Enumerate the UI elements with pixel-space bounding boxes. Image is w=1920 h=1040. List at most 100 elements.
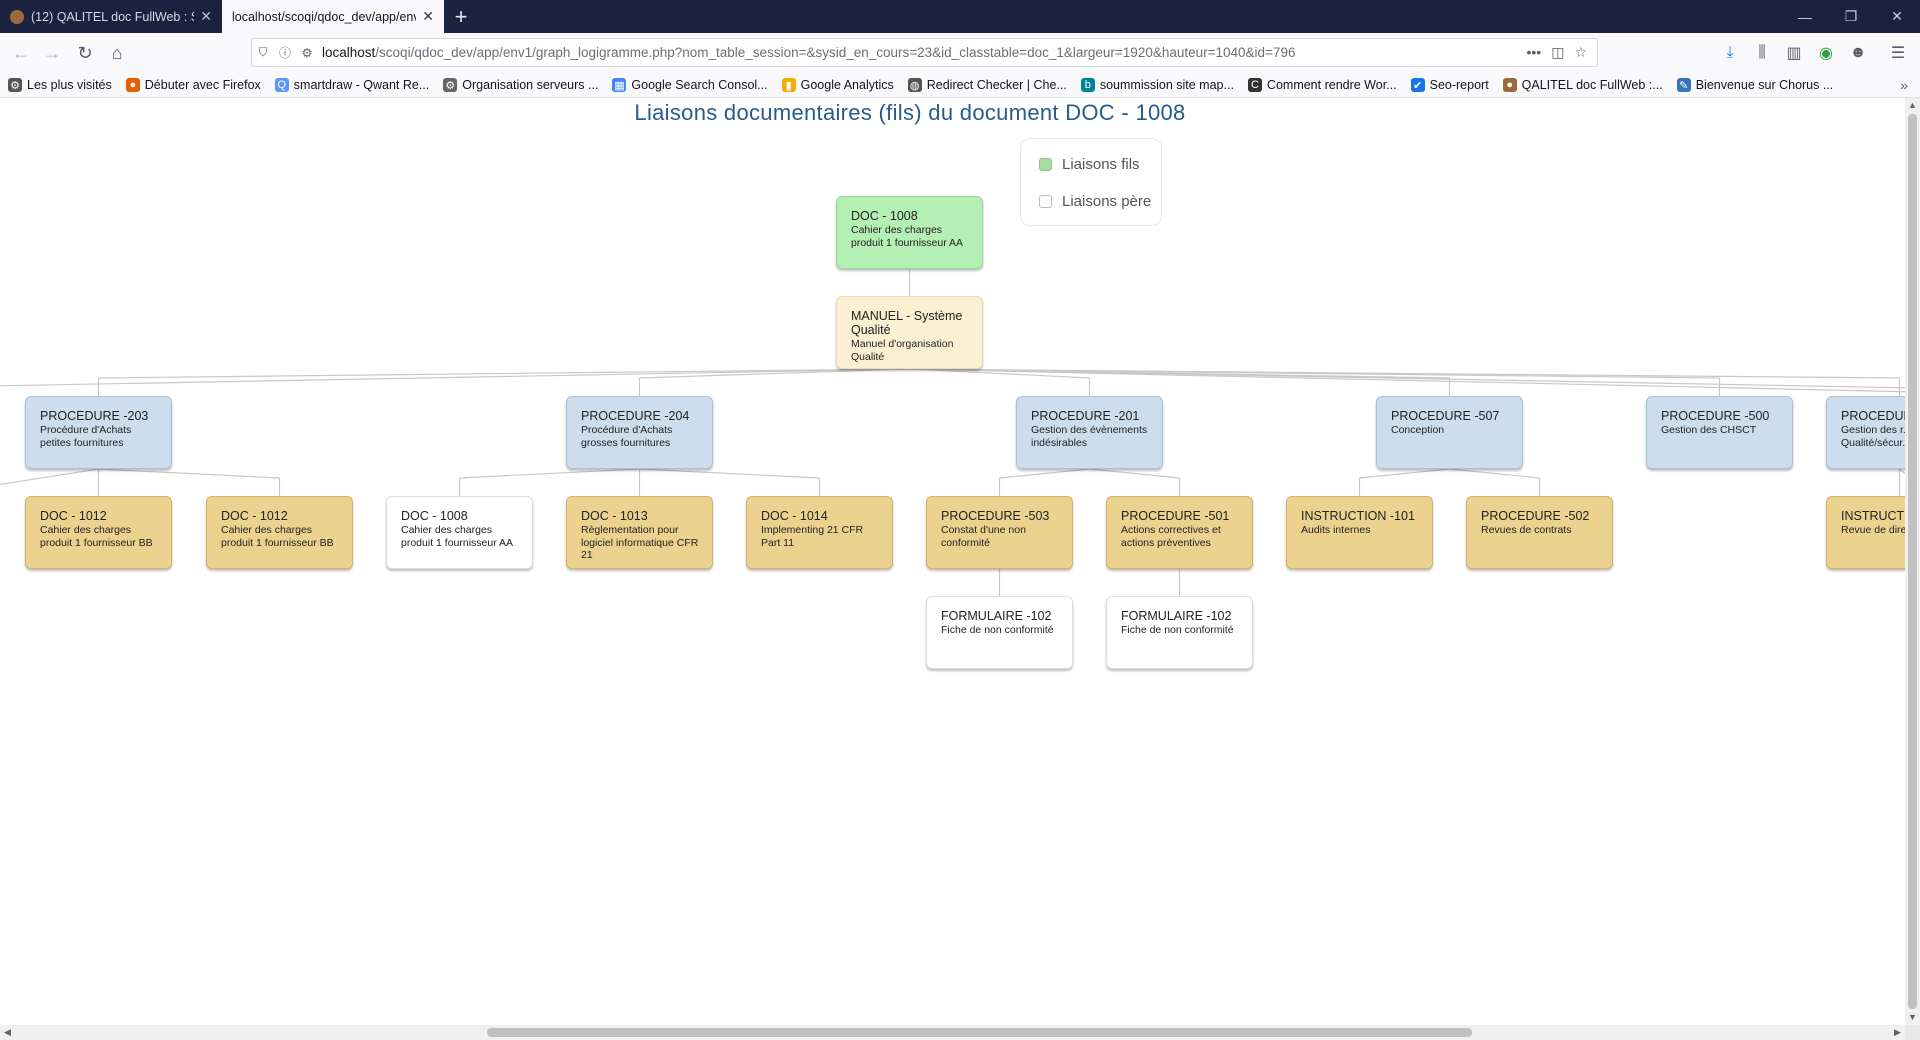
scroll-down-icon[interactable]: ▼	[1905, 1010, 1920, 1025]
bookmark-item[interactable]: ⚙ Les plus visités	[0, 78, 118, 92]
info-icon[interactable]: ⓘ	[274, 44, 296, 61]
address-bar[interactable]: ⛉ ⓘ ⚙ localhost/scoqi/qdoc_dev/app/env1/…	[251, 38, 1598, 67]
bookmark-item[interactable]: ✎ Bienvenue sur Chorus ...	[1669, 78, 1840, 92]
graph-node[interactable]: PROCEDURE -501 Actions correctives et act…	[1106, 496, 1253, 569]
bookmark-label: Seo-report	[1429, 78, 1489, 92]
close-icon[interactable]: ✕	[200, 8, 212, 25]
graph-node[interactable]: INSTRUCTI Revue de dire	[1826, 496, 1905, 569]
horizontal-scroll-thumb[interactable]	[487, 1028, 1472, 1037]
bookmark-item[interactable]: ▮ Google Analytics	[774, 78, 900, 92]
bookmark-item[interactable]: ⚙ Organisation serveurs ...	[435, 78, 604, 92]
back-button[interactable]: ←	[4, 36, 38, 70]
sidebar-icon[interactable]: ▥	[1778, 36, 1810, 70]
node-code: PROCEDURE -201	[1031, 409, 1140, 423]
scroll-right-icon[interactable]: ▶	[1890, 1025, 1905, 1040]
horizontal-scrollbar[interactable]: ◀ ▶	[0, 1025, 1905, 1040]
chorus-icon: ✎	[1676, 78, 1691, 92]
tab-strip: (12) QALITEL doc FullWeb : SC ✕ localhos…	[0, 0, 1920, 33]
node-label: Gestion des évènements indésirables	[1031, 424, 1148, 449]
tab-qalitel[interactable]: (12) QALITEL doc FullWeb : SC ✕	[0, 0, 222, 33]
bookmark-item[interactable]: ▦ Google Search Consol...	[604, 78, 773, 92]
graph-node[interactable]: DOC - 1008 Cahier des charges produit 1 f…	[836, 196, 983, 269]
close-window-icon[interactable]: ✕	[1874, 0, 1920, 33]
node-code: PROCEDURE -501	[1121, 509, 1230, 523]
chevron-right-icon[interactable]: »	[1900, 77, 1908, 93]
bookmark-label: QALITEL doc FullWeb :...	[1521, 78, 1663, 92]
node-label: Gestion des r... direction Qualité/sécur…	[1841, 424, 1905, 449]
bookmark-item[interactable]: Qsmartdraw - Qwant Re...	[267, 78, 435, 92]
vertical-scroll-thumb[interactable]	[1908, 114, 1917, 1009]
graph-node[interactable]: FORMULAIRE -102 Fiche de non conformité	[926, 596, 1073, 669]
link-line	[459, 468, 640, 479]
bookmark-item[interactable]: ✔ Seo-report	[1403, 78, 1495, 92]
node-label: Fiche de non conformité	[1121, 624, 1234, 636]
url-path: /scoqi/qdoc_dev/app/env1/graph_logigramm…	[375, 45, 1296, 60]
bookmark-item[interactable]: C Comment rendre Wor...	[1240, 78, 1403, 92]
bookmark-label: Organisation serveurs ...	[462, 78, 599, 92]
home-icon: ⌂	[111, 42, 123, 63]
graph-node[interactable]: PROCEDUREGestion des r... direction Qual…	[1826, 396, 1905, 469]
graph-node[interactable]: PROCEDURE -502 Revues de contrats	[1466, 496, 1613, 569]
node-label: Cahier des charges produit 1 fournisseur…	[401, 524, 514, 549]
node-code: PROCEDURE	[1841, 409, 1905, 423]
home-button[interactable]: ⌂	[100, 36, 134, 70]
qwant-icon: Q	[274, 78, 289, 92]
close-icon[interactable]: ✕	[422, 8, 434, 25]
bookmark-item[interactable]: ◍ Redirect Checker | Che...	[900, 78, 1073, 92]
node-code: FORMULAIRE -102	[1121, 609, 1232, 623]
node-code: INSTRUCTI	[1841, 509, 1905, 523]
reload-icon: ↻	[77, 42, 93, 63]
graph-node[interactable]: PROCEDURE -503 Constat d'une non conformi…	[926, 496, 1073, 569]
node-code: DOC - 1013	[581, 509, 648, 523]
url-text[interactable]: localhost/scoqi/qdoc_dev/app/env1/graph_…	[318, 45, 1526, 60]
graph-node[interactable]: PROCEDURE -507 Conception	[1376, 396, 1523, 469]
node-label: Procédure d'Achats petites fournitures	[40, 424, 132, 449]
graph-node[interactable]: PROCEDURE -500 Gestion des CHSCT	[1646, 396, 1793, 469]
shield-icon[interactable]: ⛉	[252, 45, 274, 60]
arrow-right-icon: →	[43, 42, 61, 63]
account-icon[interactable]: ☻	[1842, 36, 1874, 70]
bookmark-item[interactable]: ● QALITEL doc FullWeb :...	[1495, 78, 1669, 92]
node-label: Constat d'une non conformité	[941, 524, 1026, 549]
extension-icon[interactable]: ◉	[1810, 36, 1842, 70]
graph-node[interactable]: PROCEDURE -204 Procédure d'Achats grosses…	[566, 396, 713, 469]
graph-node[interactable]: MANUEL - Système Qualité Manuel d'organis…	[836, 296, 983, 369]
pocket-icon[interactable]: ◫	[1551, 44, 1564, 61]
minimize-icon[interactable]: —	[1782, 0, 1828, 33]
link-line	[1449, 468, 1540, 479]
bookmark-label: Google Analytics	[800, 78, 894, 92]
page-actions-icon[interactable]: •••	[1526, 44, 1541, 61]
bookmark-label: smartdraw - Qwant Re...	[293, 78, 430, 92]
scroll-up-icon[interactable]: ▲	[1905, 98, 1920, 113]
bookmark-item[interactable]: b soummission site map...	[1073, 78, 1240, 92]
link-line	[1359, 468, 1450, 479]
firefox-icon: ●	[125, 78, 140, 92]
bookmark-star-icon[interactable]: ☆	[1574, 44, 1587, 61]
tab-title: localhost/scoqi/qdoc_dev/app/env	[232, 9, 417, 24]
bookmark-label: Comment rendre Wor...	[1266, 78, 1397, 92]
graph-node[interactable]: DOC - 1014 Implementing 21 CFR Part 11	[746, 496, 893, 569]
tab-localhost[interactable]: localhost/scoqi/qdoc_dev/app/env ✕	[222, 0, 444, 33]
graph-node[interactable]: DOC - 1013 Règlementation pour logiciel i…	[566, 496, 713, 569]
graph-node[interactable]: PROCEDURE -201 Gestion des évènements ind…	[1016, 396, 1163, 469]
graph-node[interactable]: DOC - 1012 Cahier des charges produit 1 f…	[25, 496, 172, 569]
scroll-left-icon[interactable]: ◀	[0, 1025, 15, 1040]
menu-icon[interactable]: ☰	[1882, 36, 1914, 70]
vertical-scrollbar[interactable]: ▲ ▼	[1905, 98, 1920, 1025]
library-icon[interactable]: ⫼	[1746, 36, 1778, 70]
graph-node[interactable]: FORMULAIRE -102 Fiche de non conformité	[1106, 596, 1253, 669]
bookmark-item[interactable]: ● Débuter avec Firefox	[118, 78, 267, 92]
node-label: Revue de dire	[1841, 524, 1905, 536]
download-icon[interactable]: ⤓	[1714, 36, 1746, 70]
permissions-icon[interactable]: ⚙	[296, 46, 318, 60]
graph-node[interactable]: INSTRUCTION -101 Audits internes	[1286, 496, 1433, 569]
link-line	[1089, 468, 1180, 479]
graph-node[interactable]: DOC - 1008 Cahier des charges produit 1 f…	[386, 496, 533, 569]
node-code: PROCEDURE -507	[1391, 409, 1500, 423]
reload-button[interactable]: ↻	[68, 36, 102, 70]
new-tab-button[interactable]: +	[444, 0, 478, 33]
graph-node[interactable]: PROCEDURE -203 Procédure d'Achats petites…	[25, 396, 172, 469]
graph-node[interactable]: DOC - 1012 Cahier des charges produit 1 f…	[206, 496, 353, 569]
forward-button[interactable]: →	[35, 36, 69, 70]
restore-icon[interactable]: ❐	[1828, 0, 1874, 33]
